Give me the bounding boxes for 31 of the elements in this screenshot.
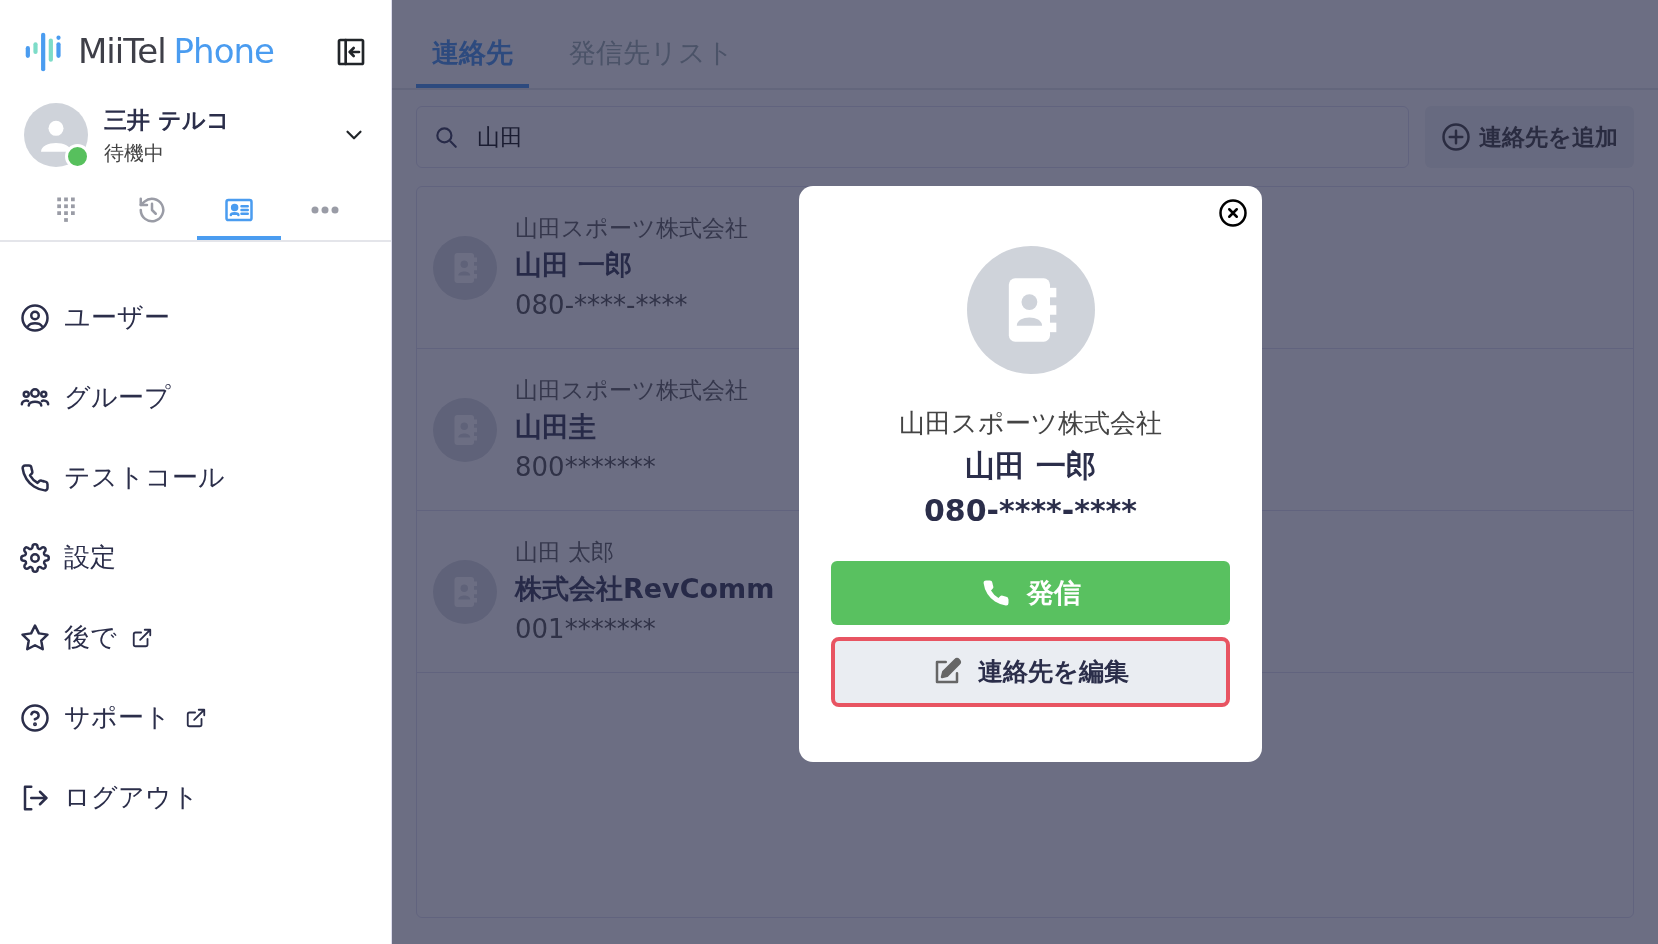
more-icon[interactable] xyxy=(311,205,339,214)
contact-number: 800******* xyxy=(515,450,657,484)
menu-item[interactable]: グループ xyxy=(0,357,391,438)
edit-contact-button[interactable]: 連絡先を編集 xyxy=(831,637,1230,707)
contact-company: 山田スポーツ株式会社 xyxy=(898,407,1163,440)
contact-name: 山田圭 xyxy=(515,410,597,444)
help-icon xyxy=(20,702,50,733)
settings-icon xyxy=(20,542,50,573)
menu-item[interactable]: 後で xyxy=(0,597,391,678)
close-icon xyxy=(1218,198,1248,228)
phone-icon xyxy=(20,462,50,493)
contact-number: 080-****-**** xyxy=(515,288,689,322)
plus-circle-icon xyxy=(1441,122,1471,152)
menu-item[interactable]: テストコール xyxy=(0,437,391,518)
search-icon xyxy=(433,124,459,150)
user-icon xyxy=(20,302,50,333)
contact-name: 山田 一郎 xyxy=(515,248,634,282)
logo-text: MiiTel xyxy=(78,30,166,73)
contact-number: 001******* xyxy=(515,612,657,646)
contact-name: 山田 一郎 xyxy=(964,447,1097,485)
menu-item[interactable]: サポート xyxy=(0,677,391,758)
close-button[interactable] xyxy=(1218,198,1248,228)
menu-item[interactable]: ユーザー xyxy=(0,277,391,358)
history-icon xyxy=(137,194,168,225)
star-icon xyxy=(20,622,50,653)
user-name: 三井 テルコ xyxy=(104,106,231,135)
contact-name: 株式会社RevComm xyxy=(515,572,775,606)
user-status: 待機中 xyxy=(104,139,165,167)
menu-item[interactable]: ログアウト xyxy=(0,757,391,838)
menu-item[interactable]: 設定 xyxy=(0,517,391,598)
logo-text: Phone xyxy=(173,30,274,73)
